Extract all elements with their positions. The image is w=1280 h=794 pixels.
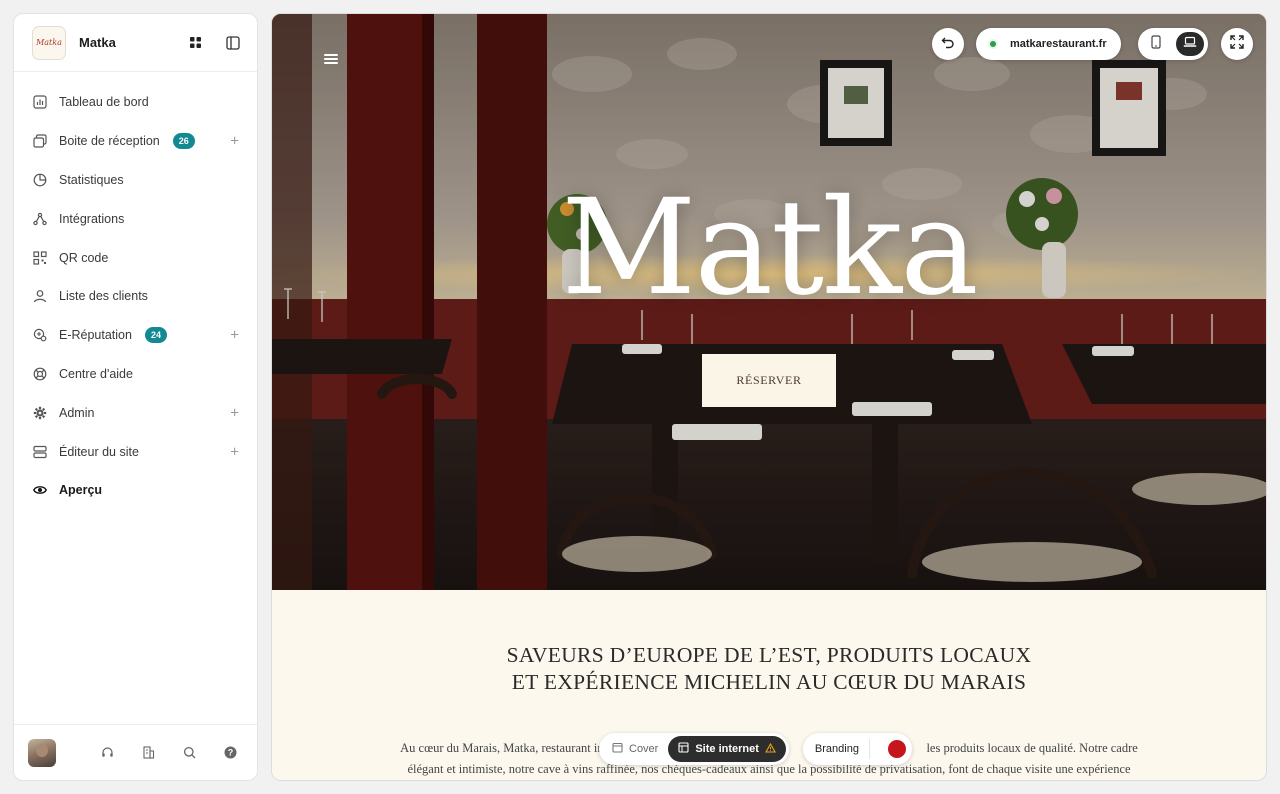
sidebar-item-label: Statistiques [59, 172, 124, 187]
fullscreen-button[interactable] [1221, 28, 1253, 60]
calendar-icon [612, 742, 623, 756]
hero-title: Matka [561, 171, 979, 325]
phone-icon [1151, 34, 1161, 54]
warning-icon [764, 742, 776, 756]
undo-button[interactable] [932, 28, 964, 60]
svg-text:?: ? [227, 748, 233, 758]
laptop-icon [1183, 35, 1197, 53]
sidebar-item-label: Liste des clients [59, 289, 148, 304]
restaurant-name: Matka [79, 35, 116, 50]
desktop-view-button[interactable] [1176, 32, 1204, 56]
tagline-line: SAVEURS D’EUROPE DE L’EST, PRODUITS LOCA… [506, 643, 1032, 667]
pie-chart-icon [32, 172, 48, 188]
expand-plus-icon[interactable]: + [230, 133, 239, 150]
undo-icon [941, 35, 955, 54]
sidebar-item-label: Éditeur du site [59, 444, 139, 459]
sidebar-item-statistiques[interactable]: Statistiques [14, 161, 257, 200]
sidebar-item-boite-de-reception[interactable]: Boite de réception 26 + [14, 122, 257, 161]
grid-apps-icon[interactable] [187, 35, 203, 51]
search-icon[interactable] [182, 746, 196, 760]
reserve-button[interactable]: RÉSERVER [702, 354, 836, 407]
server-icon [32, 444, 48, 460]
mobile-view-button[interactable] [1142, 32, 1170, 56]
layout-icon [678, 742, 689, 756]
sidebar-item-liste-des-clients[interactable]: Liste des clients [14, 277, 257, 316]
sidebar-header: Matka Matka [14, 14, 257, 72]
expand-plus-icon[interactable]: + [230, 327, 239, 344]
device-switcher [1138, 28, 1208, 60]
paragraph-fragment: Au cœur du Marais, Matka, restaurant ins [400, 741, 609, 755]
url-bar-wrapper: matkarestaurant.fr [976, 27, 1121, 61]
editor-bottom-toolbar: Cover Site internet Branding [599, 732, 912, 766]
divider [868, 739, 870, 759]
building-icon[interactable] [141, 746, 155, 760]
sidebar-item-label: Aperçu [59, 483, 103, 498]
sidebar-item-label: Intégrations [59, 211, 125, 226]
sidebar-item-label: QR code [59, 250, 109, 265]
inbox-icon [32, 133, 48, 149]
headset-icon[interactable] [100, 746, 114, 760]
brand-color-swatch[interactable] [887, 740, 906, 758]
online-status-icon [988, 39, 998, 49]
sidebar-item-qr-code[interactable]: QR code [14, 238, 257, 277]
expand-icon [1230, 34, 1244, 54]
tagline-line: ET EXPÉRIENCE MICHELIN AU CŒUR DU MARAIS [511, 670, 1027, 694]
fullscreen-wrapper [1221, 27, 1253, 61]
help-icon[interactable]: ? [223, 746, 237, 760]
sidebar-item-admin[interactable]: Admin + [14, 393, 257, 432]
review-count-badge: 24 [144, 327, 167, 344]
site-url: matkarestaurant.fr [1010, 38, 1107, 50]
gear-icon [32, 405, 48, 421]
tab-label: Site internet [695, 743, 759, 755]
user-avatar[interactable] [28, 738, 56, 767]
tab-cover[interactable]: Cover [602, 736, 668, 762]
tab-label: Cover [629, 743, 659, 755]
paragraph-fragment: les produits locaux de qualité. Notre ca… [926, 741, 1138, 755]
hero-section: Matka RÉSERVER matkarestaurant.fr [272, 14, 1266, 590]
restaurant-logo[interactable]: Matka [32, 25, 66, 60]
sidebar-item-editeur-du-site[interactable]: Éditeur du site + [14, 432, 257, 471]
unread-count-badge: 26 [172, 133, 195, 150]
sidebar-item-label: Centre d'aide [59, 366, 133, 381]
sidebar-toggle-icon[interactable] [225, 35, 241, 51]
view-mode-switcher: Cover Site internet [599, 733, 789, 765]
branding-label: Branding [814, 743, 859, 755]
expand-plus-icon[interactable]: + [230, 443, 239, 460]
users-icon [32, 288, 48, 304]
reputation-icon [32, 327, 48, 343]
sidebar-nav: Tableau de bord Boite de réception 26 + … [14, 72, 257, 510]
share-nodes-icon [32, 211, 48, 227]
sidebar: Matka Matka Tableau de bord Boite de réc… [13, 13, 258, 781]
branding-control[interactable]: Branding [802, 733, 912, 765]
sidebar-item-apercu[interactable]: Aperçu [14, 471, 257, 510]
device-switcher-wrapper [1138, 27, 1208, 61]
sidebar-footer: ? [14, 724, 257, 780]
sidebar-item-e-reputation[interactable]: E-Réputation 24 + [14, 316, 257, 355]
sidebar-item-integrations[interactable]: Intégrations [14, 199, 257, 238]
sidebar-item-centre-d-aide[interactable]: Centre d'aide [14, 355, 257, 394]
sidebar-item-label: Boite de réception [59, 134, 160, 149]
tagline: SAVEURS D’EUROPE DE L’EST, PRODUITS LOCA… [272, 642, 1266, 696]
tab-site-internet[interactable]: Site internet [668, 736, 786, 762]
chart-bar-icon [32, 94, 48, 110]
back-button-wrapper [932, 27, 964, 61]
sidebar-item-tableau-de-bord[interactable]: Tableau de bord [14, 83, 257, 122]
qr-code-icon [32, 250, 48, 266]
site-menu-icon[interactable] [324, 54, 338, 66]
eye-icon [32, 482, 48, 498]
sidebar-item-label: Admin [59, 405, 95, 420]
site-url-pill[interactable]: matkarestaurant.fr [976, 28, 1121, 60]
sidebar-item-label: E-Réputation [59, 328, 132, 343]
website-preview: Matka RÉSERVER matkarestaurant.fr SAVEUR… [271, 13, 1267, 781]
lifebuoy-icon [32, 366, 48, 382]
sidebar-item-label: Tableau de bord [59, 95, 149, 110]
expand-plus-icon[interactable]: + [230, 404, 239, 421]
